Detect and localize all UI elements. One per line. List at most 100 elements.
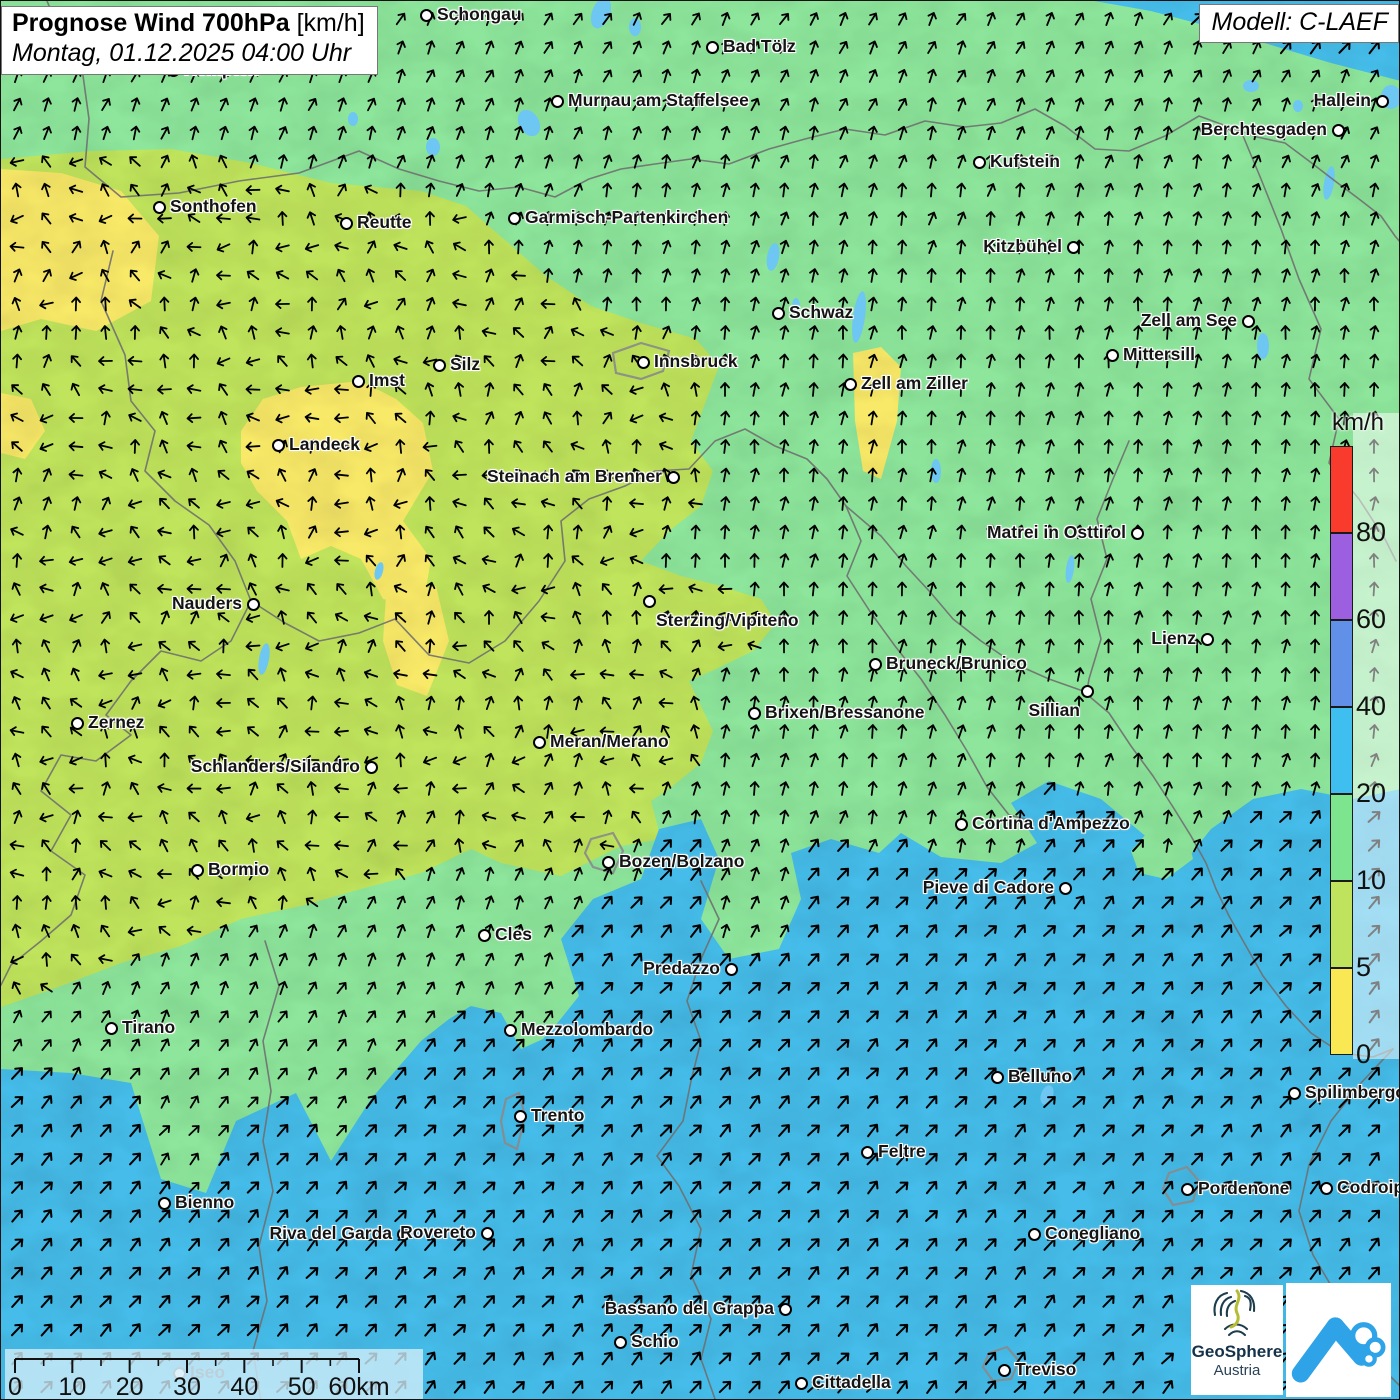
geosphere-logo-subtext: Austria xyxy=(1191,1362,1283,1379)
city-marker-icon xyxy=(551,95,564,108)
city-label: Schio xyxy=(631,1331,679,1352)
city-marker-icon xyxy=(637,356,650,369)
city-label: Kitzbühel xyxy=(983,236,1062,257)
title-text: Prognose Wind 700hPa xyxy=(12,9,290,37)
city-marker-icon xyxy=(504,1024,517,1037)
city-label: Hallein xyxy=(1314,90,1371,111)
city-label: Cles xyxy=(495,924,532,945)
legend-value-label: 20 xyxy=(1356,778,1386,809)
city-label: Lienz xyxy=(1151,628,1196,649)
city-marker-icon xyxy=(1242,315,1255,328)
city-label: Pordenone xyxy=(1198,1178,1289,1199)
city-marker-icon xyxy=(955,818,968,831)
legend-color-block xyxy=(1330,533,1353,620)
city-marker-icon xyxy=(748,707,761,720)
city-marker-icon xyxy=(105,1022,118,1035)
geosphere-logo-icon xyxy=(1207,1285,1267,1339)
city-marker-icon xyxy=(614,1336,627,1349)
legend-value-label: 5 xyxy=(1356,952,1371,983)
model-label: Modell: C-LAEF xyxy=(1199,4,1399,43)
city-label: Sterzing/Vipiteno xyxy=(656,610,799,631)
city-label: Bormio xyxy=(208,859,269,880)
city-label: Feltre xyxy=(878,1141,926,1162)
city-label: Schongau xyxy=(437,4,522,25)
legend-unit-label: km/h xyxy=(1332,409,1384,437)
city-marker-icon xyxy=(1028,1228,1041,1241)
scalebar-label: 0 xyxy=(8,1373,22,1399)
city-marker-icon xyxy=(191,864,204,877)
city-marker-icon xyxy=(514,1110,527,1123)
city-marker-icon xyxy=(861,1146,874,1159)
city-marker-icon xyxy=(340,217,353,230)
city-marker-icon xyxy=(998,1364,1011,1377)
city-label: Bruneck/Brunico xyxy=(886,653,1027,674)
title-unit: [km/h] xyxy=(290,9,365,37)
city-label: Schlanders/Silandro xyxy=(191,756,360,777)
city-label: Matrei in Osttirol xyxy=(987,522,1126,543)
city-marker-icon xyxy=(1106,349,1119,362)
legend-color-block xyxy=(1330,620,1353,707)
city-marker-icon xyxy=(158,1197,171,1210)
forecast-datetime: Montag, 01.12.2025 04:00 Uhr xyxy=(12,39,365,68)
mountain-cloud-icon xyxy=(1286,1283,1391,1397)
geosphere-logo-box: GeoSphere Austria xyxy=(1191,1285,1283,1395)
distance-scalebar: 0102030405060km xyxy=(5,1349,423,1399)
city-marker-icon xyxy=(602,856,615,869)
scalebar-label: 20 xyxy=(116,1373,144,1399)
city-label: Mezzolombardo xyxy=(521,1019,653,1040)
city-marker-icon xyxy=(1201,633,1214,646)
city-marker-icon xyxy=(869,658,882,671)
legend-value-label: 60 xyxy=(1356,604,1386,635)
city-marker-icon xyxy=(1181,1183,1194,1196)
city-label: Innsbruck xyxy=(654,351,738,372)
city-marker-icon xyxy=(844,378,857,391)
map-title-box: Prognose Wind 700hPa [km/h] Montag, 01.1… xyxy=(1,6,378,75)
city-marker-icon xyxy=(1131,527,1144,540)
legend-color-block xyxy=(1330,881,1353,968)
city-marker-icon xyxy=(433,359,446,372)
city-label: Berchtesgaden xyxy=(1201,119,1327,140)
city-marker-icon xyxy=(1059,882,1072,895)
city-marker-icon xyxy=(247,598,260,611)
city-marker-icon xyxy=(667,471,680,484)
city-label: Landeck xyxy=(289,434,360,455)
city-marker-icon xyxy=(365,761,378,774)
city-marker-icon xyxy=(508,212,521,225)
city-label: Codroipo xyxy=(1337,1177,1400,1198)
city-label: Spilimbergo xyxy=(1305,1082,1400,1103)
city-label: Belluno xyxy=(1008,1066,1072,1087)
city-label: Garmisch-Partenkirchen xyxy=(525,207,728,228)
scalebar-label: 30 xyxy=(173,1373,201,1399)
city-label: Steinach am Brenner xyxy=(487,466,662,487)
city-label: Bienno xyxy=(175,1192,234,1213)
city-label: Zernez xyxy=(88,712,144,733)
city-marker-icon xyxy=(795,1377,808,1390)
city-marker-icon xyxy=(1320,1182,1333,1195)
city-label: Meran/Merano xyxy=(550,731,669,752)
city-marker-icon xyxy=(153,201,166,214)
city-label: Zell am Ziller xyxy=(861,373,968,394)
city-label: Treviso xyxy=(1015,1359,1076,1380)
city-marker-icon xyxy=(706,41,719,54)
city-marker-icon xyxy=(478,929,491,942)
scalebar-label: 40 xyxy=(230,1373,258,1399)
city-label: Bad Tölz xyxy=(723,36,796,57)
legend-value-label: 10 xyxy=(1356,865,1386,896)
city-marker-icon xyxy=(1376,95,1389,108)
weather-map-screen: { "title": { "line1_bold": "Prognose Win… xyxy=(0,0,1400,1400)
city-label: Silz xyxy=(450,354,480,375)
city-label: Brixen/Bressanone xyxy=(765,702,925,723)
legend-value-label: 80 xyxy=(1356,517,1386,548)
city-label: Schwaz xyxy=(789,302,853,323)
city-label: Imst xyxy=(369,370,405,391)
legend-value-label: 0 xyxy=(1356,1039,1371,1070)
scalebar-ruler: 0102030405060km xyxy=(5,1349,423,1399)
scalebar-label: 50 xyxy=(288,1373,316,1399)
legend-color-block xyxy=(1330,794,1353,881)
city-marker-icon xyxy=(1332,124,1345,137)
city-marker-icon xyxy=(71,717,84,730)
city-label: Nauders xyxy=(172,593,242,614)
scalebar-label: 60km xyxy=(328,1373,389,1399)
city-label: Rovereto xyxy=(400,1222,476,1243)
city-label: Conegliano xyxy=(1045,1223,1140,1244)
